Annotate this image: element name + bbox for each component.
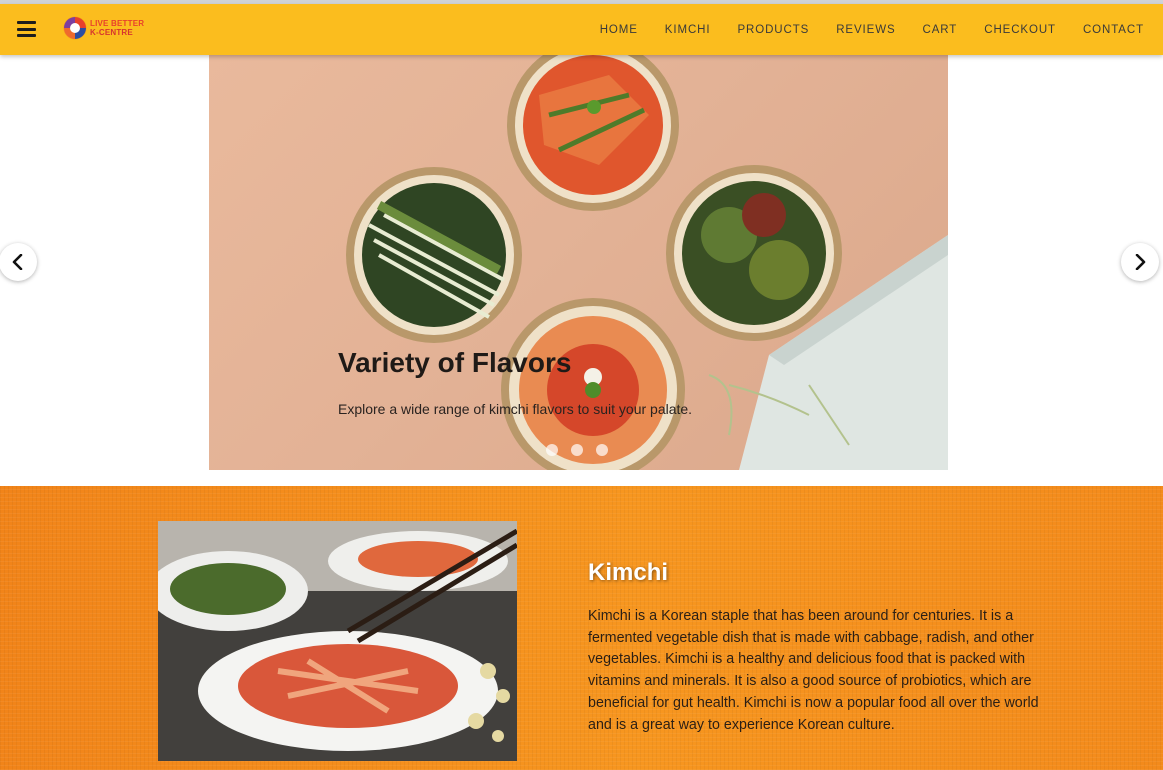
kimchi-plate-image: [158, 521, 517, 761]
slide-title: Variety of Flavors: [338, 347, 572, 378]
nav-reviews[interactable]: REVIEWS: [836, 24, 895, 36]
nav-products[interactable]: PRODUCTS: [737, 24, 809, 36]
chevron-left-icon: [12, 254, 23, 270]
nav-checkout[interactable]: CHECKOUT: [984, 24, 1056, 36]
section-body-text: Kimchi is a Korean staple that has been …: [588, 608, 1039, 733]
logo-icon: [63, 16, 87, 40]
carousel-prev-button[interactable]: [0, 243, 37, 281]
hamburger-menu-icon[interactable]: [17, 21, 36, 37]
carousel-indicator-3[interactable]: [596, 444, 608, 456]
chevron-right-icon: [1135, 254, 1146, 270]
carousel-next-button[interactable]: [1121, 243, 1159, 281]
kimchi-about-section: Kimchi Kimchi is a Korean staple that ha…: [0, 486, 1163, 770]
navbar: LIVE BETTER K-CENTRE HOME KIMCHI PRODUCT…: [0, 4, 1163, 55]
site-logo[interactable]: LIVE BETTER K-CENTRE: [62, 13, 144, 43]
slide-text: Explore a wide range of kimchi flavors t…: [338, 401, 693, 417]
carousel-indicator-2[interactable]: [571, 444, 583, 456]
nav-kimchi[interactable]: KIMCHI: [665, 24, 711, 36]
carousel-slide: Variety of Flavors Explore a wide range …: [209, 55, 948, 470]
carousel-indicators: [546, 444, 608, 456]
carousel-indicator-1[interactable]: [546, 444, 558, 456]
nav-cart[interactable]: CART: [923, 24, 958, 36]
logo-line-1: LIVE BETTER: [90, 19, 145, 28]
section-title: Kimchi: [588, 559, 669, 586]
hero-carousel: Variety of Flavors Explore a wide range …: [0, 55, 1163, 485]
logo-line-2: K-CENTRE: [90, 28, 133, 37]
main-nav: HOME KIMCHI PRODUCTS REVIEWS CART CHECKO…: [573, 4, 1144, 55]
nav-contact[interactable]: CONTACT: [1083, 24, 1144, 36]
nav-home[interactable]: HOME: [600, 24, 638, 36]
